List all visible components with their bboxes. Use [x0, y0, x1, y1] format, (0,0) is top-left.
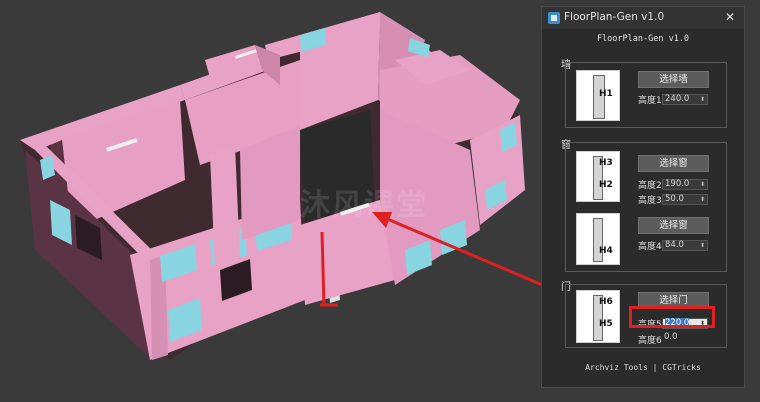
panel-footer: Archviz Tools | CGTricks	[585, 363, 701, 372]
spinner-arrows-icon[interactable]: ⬍	[700, 195, 705, 204]
window-title: FloorPlan-Gen v1.0	[564, 11, 665, 23]
height1-spinner[interactable]: 240.0 ⬍	[662, 94, 708, 105]
h4-label: H4	[599, 246, 613, 256]
h2-label: H2	[599, 180, 613, 190]
height4-label: 高度4	[638, 242, 662, 252]
wall-diagram: H1	[576, 70, 620, 121]
close-icon[interactable]: ✕	[722, 9, 738, 25]
height1-label: 高度1	[638, 96, 662, 106]
h6-label: H6	[599, 297, 613, 307]
height3-value[interactable]: 50.0	[665, 194, 684, 204]
height3-spinner[interactable]: 50.0 ⬍	[662, 194, 708, 205]
height6-spinner[interactable]: 0.0	[662, 333, 708, 344]
wall-diagram-label: H1	[599, 89, 613, 99]
select-wall-button[interactable]: 选择墙	[638, 71, 709, 88]
window-group: H3 H2 选择窗 高度2 190.0 ⬍ 高度3 50.0 ⬍ H4 选择窗 …	[565, 142, 727, 272]
spinner-arrows-icon[interactable]: ⬍	[700, 95, 705, 104]
height2-spinner[interactable]: 190.0 ⬍	[662, 179, 708, 190]
height6-label: 高度6	[638, 336, 662, 346]
window-diagram-top: H3 H2	[576, 151, 620, 202]
select-window-button-2[interactable]: 选择窗	[638, 217, 709, 234]
spinner-arrows-icon[interactable]: ⬍	[700, 180, 705, 189]
height4-spinner[interactable]: 84.0 ⬍	[662, 240, 708, 251]
wall-group: H1 选择墙 高度1 240.0 ⬍	[565, 62, 727, 128]
height1-value[interactable]: 240.0	[665, 94, 689, 104]
panel-header: FloorPlan-Gen v1.0	[596, 34, 690, 44]
spinner-arrows-icon[interactable]: ⬍	[700, 241, 705, 250]
select-window-button-1[interactable]: 选择窗	[638, 155, 709, 172]
arrow-head	[372, 212, 392, 228]
height2-value[interactable]: 190.0	[665, 179, 689, 189]
height3-label: 高度3	[638, 196, 662, 206]
highlight-box-annotation	[629, 306, 715, 328]
window-diagram-bottom: H4	[576, 213, 620, 265]
h5-label: H5	[599, 319, 613, 329]
height4-value[interactable]: 84.0	[665, 240, 684, 250]
title-bar[interactable]: FloorPlan-Gen v1.0 ✕	[542, 7, 744, 29]
floorplan-gen-window[interactable]: FloorPlan-Gen v1.0 ✕ FloorPlan-Gen v1.0 …	[541, 6, 745, 388]
height6-value[interactable]: 0.0	[664, 332, 678, 342]
door-height-marker	[320, 231, 326, 306]
h3-label: H3	[599, 158, 613, 168]
app-icon	[548, 12, 560, 24]
height2-label: 高度2	[638, 181, 662, 191]
door-diagram: H6 H5	[576, 290, 620, 343]
